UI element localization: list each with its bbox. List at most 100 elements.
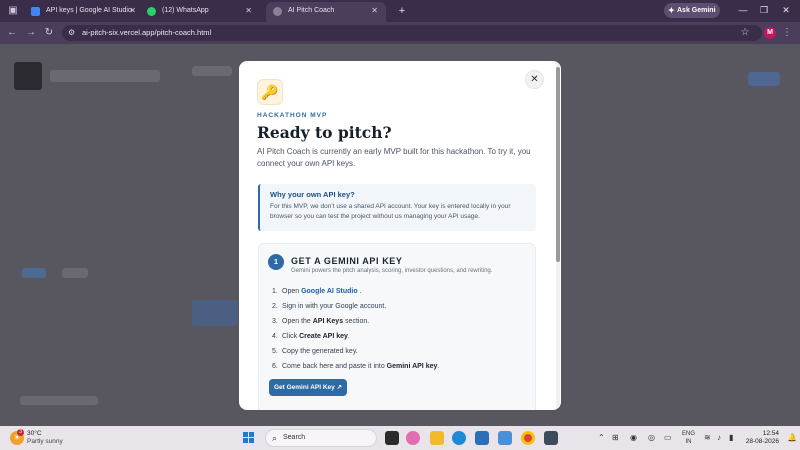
whatsapp-favicon-icon xyxy=(147,7,156,16)
list-number: 2. xyxy=(272,303,278,310)
note-title: Why your own API key? xyxy=(270,190,355,199)
file-explorer-icon[interactable] xyxy=(430,431,444,445)
background-chip xyxy=(62,268,88,278)
volume-icon[interactable]: ♪ xyxy=(717,431,721,445)
get-gemini-api-key-button[interactable]: Get Gemini API Key ↗ xyxy=(269,379,347,396)
browser-toolbar: ← → ↻ ⚙ ai-pitch-six.vercel.app/pitch-co… xyxy=(0,22,800,44)
maximize-icon[interactable]: ❐ xyxy=(757,3,771,17)
close-tab-icon[interactable]: ✕ xyxy=(129,2,136,20)
minimize-icon[interactable]: — xyxy=(736,3,750,17)
chrome-icon[interactable] xyxy=(521,431,535,445)
list-number: 4. xyxy=(272,333,278,340)
tab-ai-pitch-coach[interactable]: AI Pitch Coach ✕ xyxy=(266,2,386,22)
instruction-list: 1. Open Google AI Studio . 2. Sign in with… xyxy=(272,284,528,374)
notification-bell-icon[interactable]: 🔔 xyxy=(787,433,797,442)
ask-gemini-button[interactable]: ✦ Ask Gemini xyxy=(664,3,720,18)
start-windows-icon[interactable] xyxy=(243,432,255,444)
close-modal-button[interactable]: ✕ xyxy=(525,70,544,89)
background-chip xyxy=(22,268,46,278)
scrollbar-thumb[interactable] xyxy=(556,67,560,262)
weather-temperature[interactable]: 30°C xyxy=(27,430,42,437)
profile-avatar[interactable]: M xyxy=(764,27,776,39)
edge-icon[interactable] xyxy=(452,431,466,445)
tab-search-icon[interactable]: ▣ xyxy=(6,4,20,18)
taskbar-search[interactable]: ⌕ Search xyxy=(265,429,377,447)
list-text: Come back here and paste it into xyxy=(282,363,387,370)
more-menu-icon[interactable]: ⋮ xyxy=(782,26,792,40)
list-strong: API Keys xyxy=(312,318,344,325)
app-icon[interactable] xyxy=(544,431,558,445)
list-text: Open the xyxy=(282,318,313,325)
search-placeholder: Search xyxy=(283,434,306,441)
back-arrow-icon[interactable]: ← xyxy=(5,26,19,40)
task-view-icon[interactable] xyxy=(385,431,399,445)
close-tab-icon[interactable]: ✕ xyxy=(245,2,252,20)
chevron-up-icon[interactable]: ⌃ xyxy=(598,431,605,445)
forward-arrow-icon[interactable]: → xyxy=(24,26,38,40)
modal-intro: AI Pitch Coach is currently an early MVP… xyxy=(257,147,531,168)
tray-app-icon[interactable]: ▭ xyxy=(664,431,672,445)
new-tab-button[interactable]: + xyxy=(396,3,408,19)
list-text: Open xyxy=(282,288,302,295)
list-text: Sign in with your Google account. xyxy=(282,303,387,310)
globe-favicon-icon xyxy=(273,7,282,16)
site-info-icon[interactable]: ⚙ xyxy=(68,25,75,41)
note-body: For this MVP, we don’t use a shared API … xyxy=(270,203,511,220)
background-pill xyxy=(748,72,780,86)
close-tab-icon[interactable]: ✕ xyxy=(371,2,378,20)
tab-label: API keys | Google AI Studio xyxy=(46,7,132,14)
list-text: . xyxy=(437,363,440,370)
modal-scrollbar[interactable] xyxy=(556,63,560,408)
list-strong: Gemini API key xyxy=(386,363,438,370)
store-icon[interactable] xyxy=(475,431,489,445)
language-code: ENG xyxy=(682,431,696,437)
list-item: 4. Click Create API key. xyxy=(272,329,528,344)
app-icon[interactable] xyxy=(498,431,512,445)
tab-label: (12) WhatsApp xyxy=(162,7,209,14)
copilot-icon[interactable] xyxy=(406,431,420,445)
step-number-badge: 1 xyxy=(268,254,284,270)
list-number: 3. xyxy=(272,318,278,325)
bookmark-star-icon[interactable]: ☆ xyxy=(738,26,752,40)
weather-description[interactable]: Partly sunny xyxy=(27,438,63,445)
wifi-icon[interactable]: ≋ xyxy=(704,431,711,445)
tab-google-ai-studio[interactable]: API keys | Google AI Studio ✕ xyxy=(24,2,144,22)
tray-app-icon[interactable]: ⊞ xyxy=(612,431,619,445)
ask-gemini-label: Ask Gemini xyxy=(677,7,716,14)
gemini-sparkle-icon: ✦ xyxy=(668,6,675,15)
modal-content: 🔑 ✕ HACKATHON MVP Ready to pitch? AI Pit… xyxy=(239,61,555,410)
address-bar[interactable]: ⚙ ai-pitch-six.vercel.app/pitch-coach.ht… xyxy=(62,25,762,41)
list-text: . xyxy=(347,333,350,340)
step-title: GET A GEMINI API KEY xyxy=(291,256,403,266)
language-indicator[interactable]: ENG IN xyxy=(682,430,695,446)
key-icon: 🔑 xyxy=(257,79,283,105)
clock-date: 28-08-2026 xyxy=(745,438,779,445)
url-text: ai-pitch-six.vercel.app/pitch-coach.html xyxy=(82,28,212,37)
step-subtitle: Gemini powers the pitch analysis, scorin… xyxy=(291,268,493,274)
language-region: IN xyxy=(685,439,692,445)
list-number: 5. xyxy=(272,348,278,355)
battery-icon[interactable]: ▮ xyxy=(729,431,733,445)
tray-app-icon[interactable]: ◎ xyxy=(648,431,655,445)
close-window-icon[interactable]: ✕ xyxy=(779,3,793,17)
tab-whatsapp[interactable]: (12) WhatsApp ✕ xyxy=(140,2,260,22)
background-block xyxy=(192,66,232,76)
reload-icon[interactable]: ↻ xyxy=(42,26,56,40)
background-heading xyxy=(50,70,160,82)
list-text: section. xyxy=(343,318,370,325)
tray-app-icon[interactable]: ◉ xyxy=(630,431,637,445)
background-button xyxy=(192,300,238,326)
taskbar: ☀ 3 30°C Partly sunny ⌕ Search ⌃ ⊞ ◉ ◎ ▭… xyxy=(0,426,800,450)
google-ai-studio-link[interactable]: Google AI Studio xyxy=(301,288,358,295)
list-item: 1. Open Google AI Studio . xyxy=(272,284,528,299)
background-text xyxy=(20,396,98,405)
eyebrow-label: HACKATHON MVP xyxy=(257,112,328,119)
background-logo xyxy=(14,62,42,90)
list-text: Copy the generated key. xyxy=(282,348,358,355)
clock[interactable]: 12:54 28-08-2026 xyxy=(745,430,779,446)
clock-time: 12:54 xyxy=(762,430,779,437)
modal-title: Ready to pitch? xyxy=(257,123,392,142)
browser-tab-bar: ▣ API keys | Google AI Studio ✕ (12) Wha… xyxy=(0,0,800,22)
api-key-note: Why your own API key? For this MVP, we d… xyxy=(258,184,536,231)
list-item: 6. Come back here and paste it into Gemin… xyxy=(272,359,528,374)
